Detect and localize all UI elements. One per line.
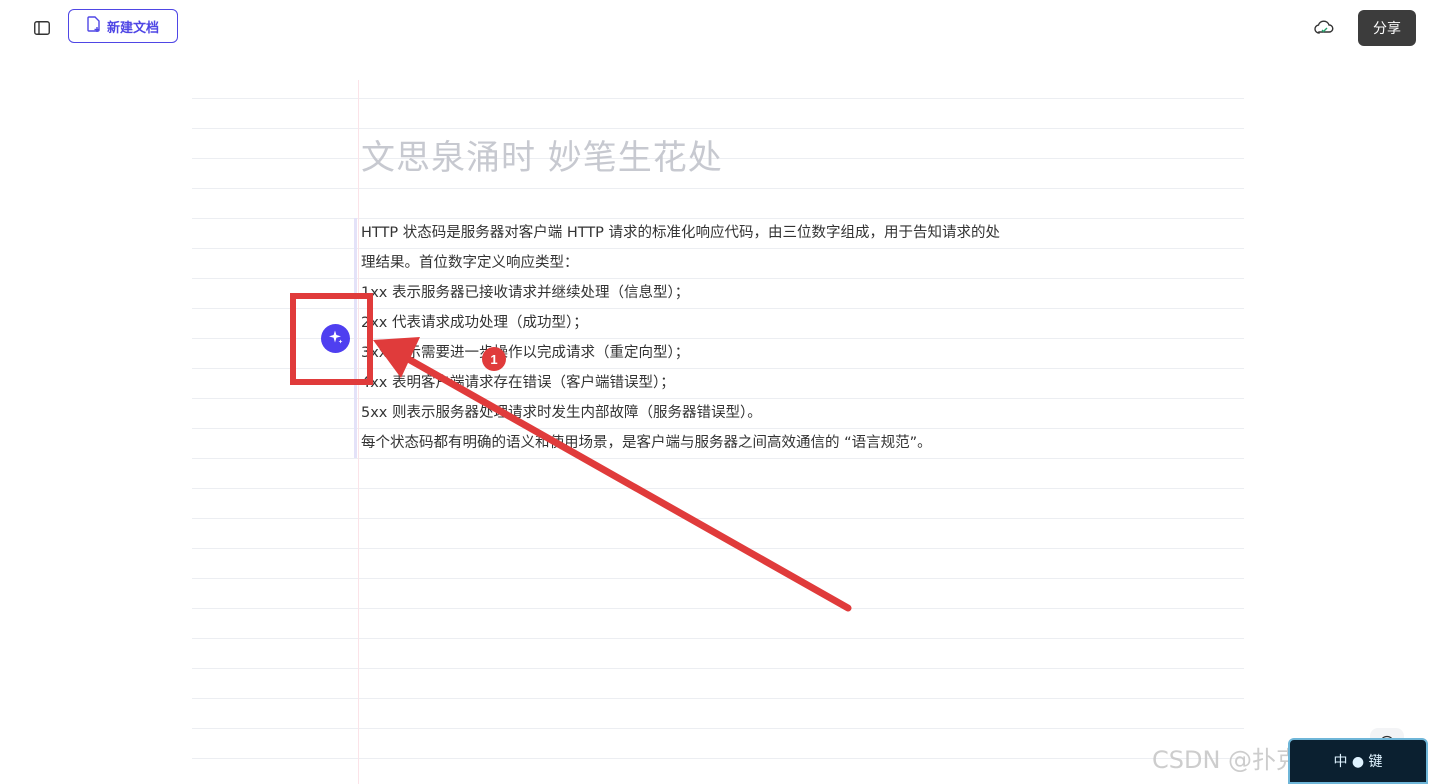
sparkle-icon xyxy=(328,329,344,349)
body-line: 5xx 则表示服务器处理请求时发生内部故障（服务器错误型）。 xyxy=(361,405,762,421)
document-body[interactable]: HTTP 状态码是服务器对客户端 HTTP 请求的标准化响应代码，由三位数字组成… xyxy=(361,218,1081,458)
new-document-label: 新建文档 xyxy=(106,20,159,36)
ai-assistant-button[interactable] xyxy=(321,324,350,353)
body-line: 2xx 代表请求成功处理（成功型）； xyxy=(361,315,588,331)
file-plus-icon xyxy=(87,16,101,36)
document-title-input[interactable]: 文思泉涌时 妙笔生花处 xyxy=(361,135,723,181)
top-toolbar: 新建文档 分享 xyxy=(0,0,1440,56)
body-line: 4xx 表明客户端请求存在错误（客户端错误型）； xyxy=(361,375,675,391)
body-line: HTTP 状态码是服务器对客户端 HTTP 请求的标准化响应代码，由三位数字组成… xyxy=(361,225,1001,241)
block-indicator xyxy=(354,218,357,458)
cloud-sync-icon[interactable] xyxy=(1312,16,1336,40)
body-line: 理结果。首位数字定义响应类型： xyxy=(361,255,579,271)
body-line: 3xx 指示需要进一步操作以完成请求（重定向型）； xyxy=(361,345,690,361)
body-line: 每个状态码都有明确的语义和使用场景，是客户端与服务器之间高效通信的 “语言规范”… xyxy=(361,435,932,451)
body-line: 1xx 表示服务器已接收请求并继续处理（信息型）； xyxy=(361,285,690,301)
input-method-sticker: 中 ● 键 xyxy=(1288,738,1428,784)
share-button[interactable]: 分享 xyxy=(1358,10,1416,46)
margin-line xyxy=(358,80,359,784)
new-document-button[interactable]: 新建文档 xyxy=(68,9,178,43)
sidebar-panel-icon[interactable] xyxy=(30,16,54,40)
